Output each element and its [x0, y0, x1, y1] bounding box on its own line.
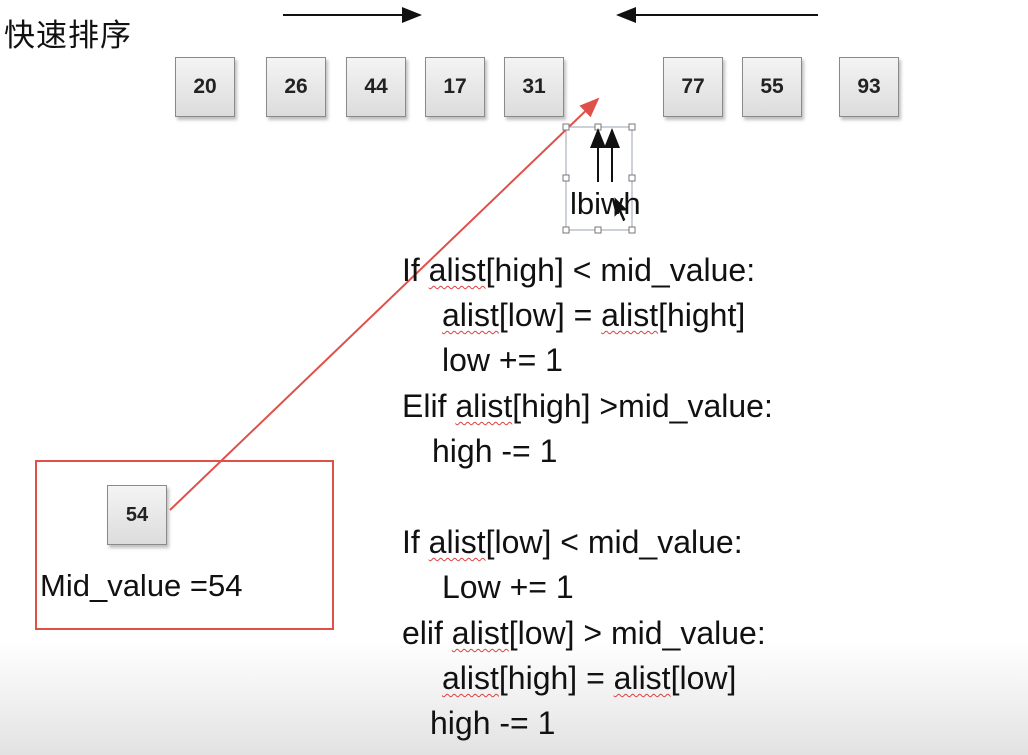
- array-box: 55: [742, 57, 802, 117]
- code-line: Low += 1: [442, 569, 574, 605]
- code-line: high -= 1: [430, 705, 556, 741]
- code-line: alist[low] = alist[hight]: [442, 297, 746, 333]
- array-box: 17: [425, 57, 485, 117]
- low-high-label: lbiwh: [570, 186, 641, 221]
- array-box: 31: [504, 57, 564, 117]
- code-line: high -= 1: [432, 433, 558, 469]
- array-box: 93: [839, 57, 899, 117]
- array-box: 44: [346, 57, 406, 117]
- code-line: Elif alist[high] >mid_value:: [402, 388, 773, 424]
- mid-value-frame: [35, 460, 334, 630]
- array-box: 20: [175, 57, 235, 117]
- array-box: 77: [663, 57, 723, 117]
- array-box: 26: [266, 57, 326, 117]
- code-line: elif alist[low] > mid_value:: [402, 615, 766, 651]
- code-line: If alist[low] < mid_value:: [402, 524, 743, 560]
- mid-value-label: Mid_value =54: [40, 568, 243, 603]
- code-line: low += 1: [442, 342, 563, 378]
- mid-value-box: 54: [107, 485, 167, 545]
- code-line: If alist[high] < mid_value:: [402, 252, 756, 288]
- code-line: alist[high] = alist[low]: [442, 660, 737, 696]
